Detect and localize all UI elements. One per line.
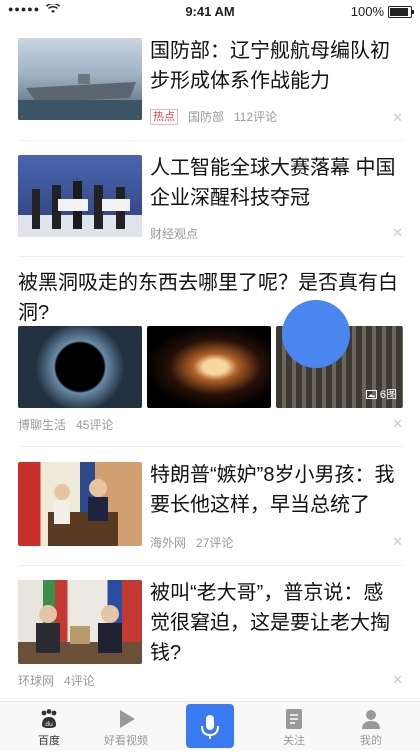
news-source: 国防部 — [188, 110, 225, 124]
play-icon — [120, 710, 135, 728]
news-meta: 热点 国防部 112评论 — [150, 108, 277, 125]
news-source: 财经观点 — [150, 227, 199, 241]
person-icon — [362, 710, 380, 729]
status-right: 100% — [350, 4, 414, 19]
voice-search-button[interactable] — [186, 704, 234, 748]
bottom-tab-bar: du 百度 好看视频 关注 我的 — [0, 701, 420, 750]
comment-count: 112评论 — [234, 110, 278, 124]
baidu-paw-icon: du — [41, 709, 57, 728]
news-item[interactable]: 特朗普“嫉妒”8岁小男孩：我要长他这样，早当总统了 海外网 27评论 ✕ — [18, 462, 403, 550]
tab-label: 我的 — [360, 735, 382, 747]
status-bar: ●●●●● 9:41 AM 100% — [0, 0, 420, 24]
image-count-badge: 6图 — [365, 386, 397, 402]
news-thumbnail-trump — [18, 462, 142, 546]
trump-image — [48, 479, 118, 546]
tab-me[interactable]: 我的 — [329, 702, 413, 750]
image-count: 6图 — [379, 389, 397, 401]
floating-touch-circle[interactable] — [282, 300, 350, 368]
news-thumbnail-blackhole — [18, 326, 142, 408]
gallery-icon — [365, 389, 377, 399]
dismiss-close-icon[interactable]: ✕ — [392, 672, 403, 688]
microphone-icon — [201, 715, 219, 739]
bookmark-icon — [286, 709, 302, 729]
news-thumbnail-award — [18, 155, 142, 237]
tab-baidu[interactable]: du 百度 — [7, 702, 91, 750]
carrier-image — [18, 74, 142, 120]
tab-video[interactable]: 好看视频 — [84, 702, 168, 750]
tab-follow[interactable]: 关注 — [252, 702, 336, 750]
news-source: 博聊生活 — [18, 418, 67, 432]
news-item[interactable]: 人工智能全球大赛落幕 中国企业深醒科技夺冠 财经观点 ✕ — [18, 155, 403, 243]
news-item[interactable]: 国防部：辽宁舰航母编队初步形成体系作战能力 热点 国防部 112评论 ✕ — [18, 38, 403, 128]
divider — [18, 446, 403, 447]
news-source: 环球网 — [18, 674, 55, 688]
dismiss-close-icon[interactable]: ✕ — [392, 225, 403, 241]
news-meta: 环球网 4评论 — [18, 672, 95, 689]
divider — [18, 256, 403, 257]
news-meta: 博聊生活 45评论 — [18, 416, 113, 433]
divider — [18, 140, 403, 141]
news-item[interactable]: 被叫“老大哥”，普京说：感觉很窘迫，这是要让老大掏钱? 环球网 4评论 ✕ — [18, 580, 403, 690]
news-thumbnail-putin — [18, 580, 142, 664]
news-thumbnail-galaxy — [147, 326, 271, 408]
dismiss-close-icon[interactable]: ✕ — [392, 416, 403, 432]
news-meta: 海外网 27评论 — [150, 534, 233, 551]
news-title: 国防部：辽宁舰航母编队初步形成体系作战能力 — [150, 40, 390, 92]
svg-text:du: du — [45, 721, 53, 728]
tab-label: 关注 — [283, 735, 305, 747]
comment-count: 45评论 — [76, 418, 114, 432]
tab-label: 百度 — [38, 735, 60, 747]
comment-count: 4评论 — [64, 674, 95, 688]
news-title: 被叫“老大哥”，普京说：感觉很窘迫，这是要让老大掏钱? — [150, 582, 390, 664]
putin-image — [18, 605, 142, 664]
battery-percent: 100% — [350, 4, 384, 19]
news-thumbnail-carrier — [18, 38, 142, 120]
news-source: 海外网 — [150, 536, 187, 550]
news-title: 特朗普“嫉妒”8岁小男孩：我要长他这样，早当总统了 — [150, 464, 395, 516]
news-title: 人工智能全球大赛落幕 中国企业深醒科技夺冠 — [150, 157, 396, 209]
battery-icon — [388, 5, 414, 18]
divider — [18, 565, 403, 566]
dismiss-close-icon[interactable]: ✕ — [392, 110, 403, 126]
dismiss-close-icon[interactable]: ✕ — [392, 534, 403, 550]
news-meta: 财经观点 — [150, 225, 198, 242]
news-item[interactable]: 被黑洞吸走的东西去哪里了呢？是否真有白洞? 6图 博聊生活 45评论 ✕ — [18, 268, 403, 436]
tab-label: 好看视频 — [104, 735, 148, 747]
award-image — [18, 181, 142, 237]
comment-count: 27评论 — [196, 536, 234, 550]
hot-badge: 热点 — [150, 108, 178, 125]
battery-fill — [390, 7, 408, 16]
